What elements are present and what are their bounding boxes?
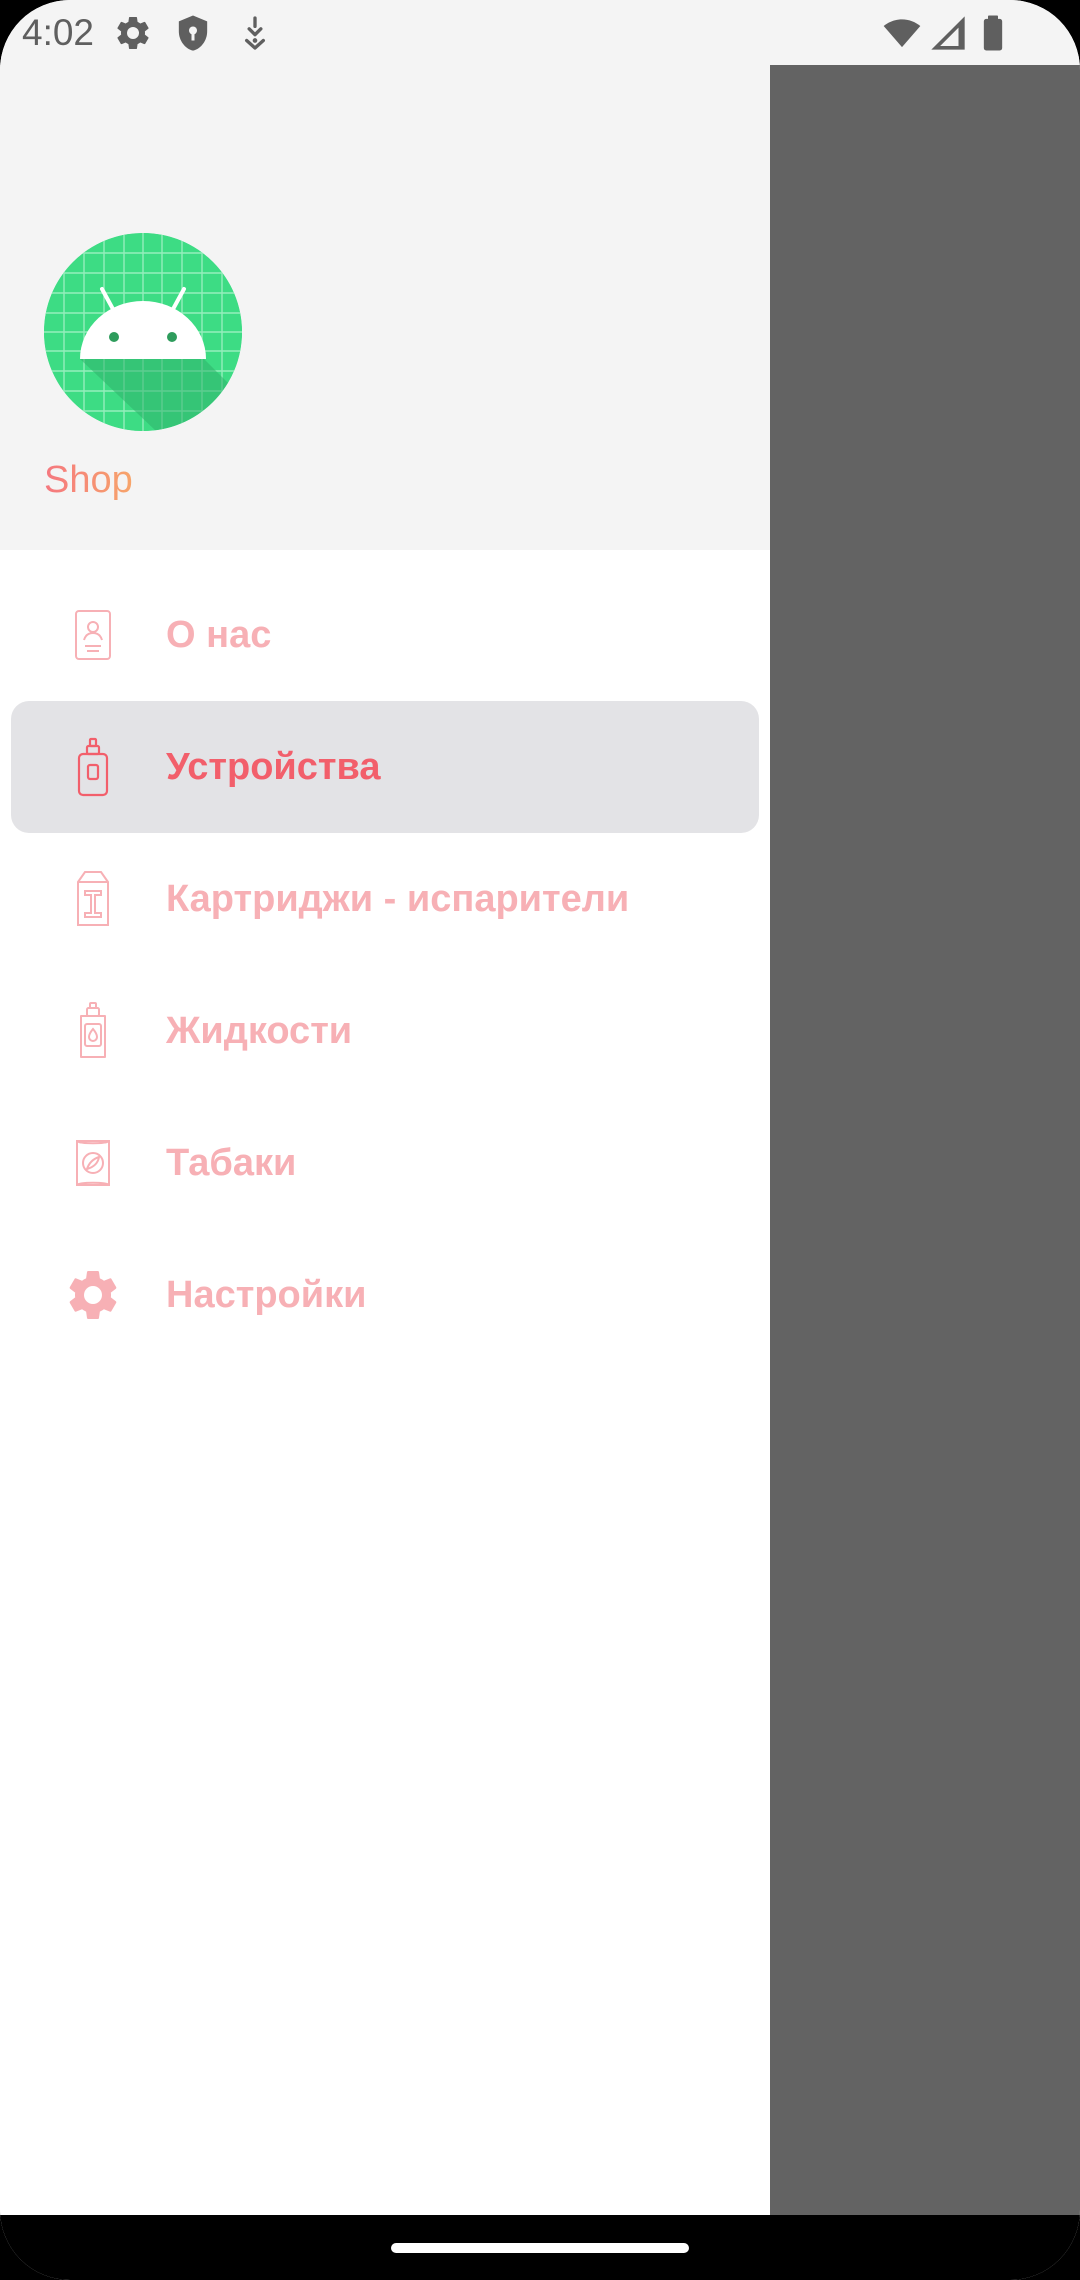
drawer-scrim[interactable] — [770, 65, 1080, 2215]
status-bar: 4:02 — [0, 0, 1080, 65]
menu-label-liquids: Жидкости — [166, 1010, 353, 1052]
menu-label-tobacco: Табаки — [166, 1142, 297, 1184]
menu-item-devices[interactable]: Устройства — [11, 701, 759, 833]
gear-icon — [113, 13, 153, 53]
cartridge-icon — [63, 869, 123, 929]
menu-item-liquids[interactable]: Жидкости — [11, 965, 759, 1097]
download-arrow-icon — [235, 13, 275, 53]
menu-label-devices: Устройства — [166, 746, 381, 788]
liquid-bottle-icon — [63, 1001, 123, 1061]
menu-label-cartridges: Картриджи - испарители — [166, 878, 630, 920]
settings-gear-icon — [63, 1265, 123, 1325]
android-icon — [44, 233, 242, 431]
menu-label-about: О нас — [166, 614, 272, 656]
shield-icon — [173, 13, 213, 53]
signal-icon — [928, 13, 968, 53]
wifi-icon — [880, 13, 924, 53]
battery-icon — [973, 13, 1013, 53]
app-title: Shop — [44, 459, 133, 501]
menu-item-cartridges[interactable]: Картриджи - испарители — [11, 833, 759, 965]
navigation-drawer: Shop О нас Устройства Картриджи - испари… — [0, 65, 770, 2215]
navigation-bar — [0, 2215, 1080, 2280]
menu-label-settings: Настройки — [166, 1274, 367, 1316]
drawer-header: Shop — [0, 65, 770, 550]
person-card-icon — [63, 605, 123, 665]
status-time: 4:02 — [22, 12, 95, 53]
vape-device-icon — [63, 737, 123, 797]
menu-item-tobacco[interactable]: Табаки — [11, 1097, 759, 1229]
phone-screen: 4:02 Shop О нас Устройства Картриджи - и… — [0, 0, 1080, 2280]
home-indicator[interactable] — [391, 2243, 689, 2253]
menu-item-settings[interactable]: Настройки — [11, 1229, 759, 1361]
menu-item-about[interactable]: О нас — [11, 569, 759, 701]
tobacco-pack-icon — [63, 1133, 123, 1193]
